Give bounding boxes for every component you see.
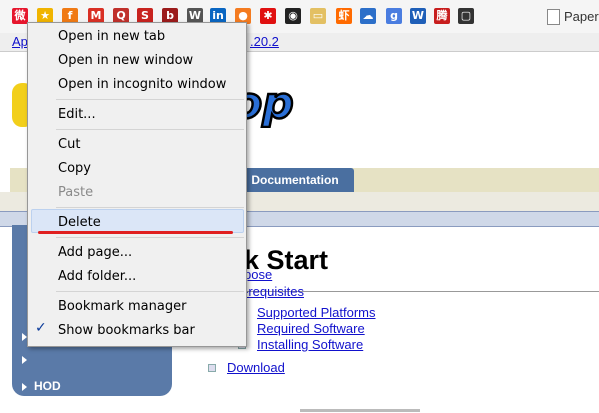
document-icon bbox=[547, 9, 560, 25]
list-bullet-icon bbox=[208, 364, 216, 372]
menu-separator bbox=[56, 207, 244, 208]
menu-item[interactable]: Edit... bbox=[58, 107, 96, 122]
menu-item[interactable]: Bookmark manager bbox=[58, 299, 186, 314]
menu-item[interactable]: Delete bbox=[58, 215, 101, 230]
menu-separator bbox=[56, 99, 244, 100]
github-icon[interactable]: ◉ bbox=[285, 8, 301, 24]
folder-icon[interactable]: ▭ bbox=[310, 8, 326, 24]
menu-item[interactable]: Show bookmarks bar bbox=[58, 323, 195, 338]
version-link-right[interactable]: .20.2 bbox=[250, 34, 279, 49]
tab-documentation[interactable]: Documentation bbox=[236, 168, 354, 192]
menu-separator bbox=[56, 291, 244, 292]
toc-link[interactable]: pose bbox=[244, 267, 272, 282]
menu-item[interactable]: Copy bbox=[58, 161, 91, 176]
w-icon[interactable]: W bbox=[410, 8, 426, 24]
menu-item[interactable]: Open in new window bbox=[58, 53, 193, 68]
toc-link[interactable]: Installing Software bbox=[257, 337, 363, 352]
version-link-left[interactable]: Ap bbox=[12, 34, 28, 49]
expand-arrow-icon bbox=[22, 383, 27, 391]
sidebar-item[interactable]: HOD bbox=[34, 379, 61, 393]
expand-arrow-icon bbox=[22, 403, 27, 411]
bookmark-paperc[interactable]: PaperC bbox=[564, 9, 599, 24]
red-square-icon[interactable]: 腾 bbox=[434, 8, 450, 24]
menu-item[interactable]: Paste bbox=[58, 185, 93, 200]
toc-link[interactable]: -requisites bbox=[244, 284, 304, 299]
menu-item[interactable]: Add folder... bbox=[58, 269, 136, 284]
google-icon[interactable]: g bbox=[386, 8, 402, 24]
toc-link[interactable]: Download bbox=[227, 360, 285, 375]
toc-link[interactable]: Supported Platforms bbox=[257, 305, 376, 320]
menu-separator bbox=[56, 129, 244, 130]
checkmark-icon: ✓ bbox=[35, 320, 47, 336]
weibo-icon[interactable]: 微 bbox=[12, 8, 28, 24]
menu-separator bbox=[56, 237, 244, 238]
context-menu: Open in new tab Open in new window Open in… bbox=[27, 22, 247, 347]
expand-arrow-icon bbox=[22, 356, 27, 364]
menu-item[interactable]: Add page... bbox=[58, 245, 132, 260]
sidebar-item[interactable]: Miscellaneous bbox=[34, 399, 116, 413]
xia-icon[interactable]: 虾 bbox=[336, 8, 352, 24]
frame-icon[interactable]: ▢ bbox=[458, 8, 474, 24]
toc-link[interactable]: Required Software bbox=[257, 321, 365, 336]
menu-item[interactable]: Cut bbox=[58, 137, 80, 152]
red-underline-annotation bbox=[38, 231, 233, 234]
chat-icon[interactable]: ☁ bbox=[360, 8, 376, 24]
menu-item[interactable]: Open in incognito window bbox=[58, 77, 226, 92]
pinwheel-icon[interactable]: ✱ bbox=[260, 8, 276, 24]
menu-item[interactable]: Open in new tab bbox=[58, 29, 165, 44]
